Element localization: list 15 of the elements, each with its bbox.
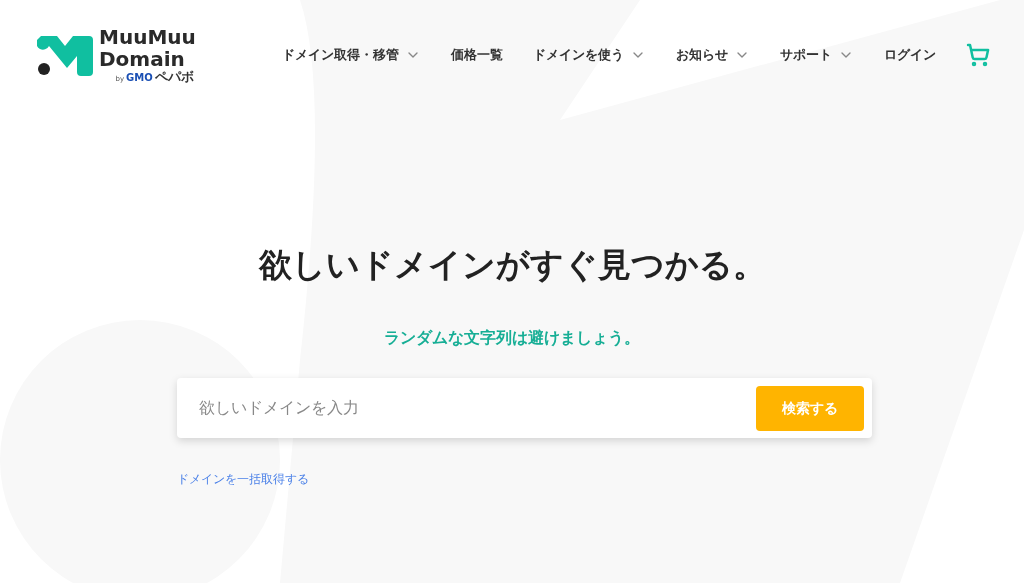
nav-link[interactable]: ログイン <box>884 45 936 65</box>
nav-link[interactable]: 価格一覧 <box>451 45 503 65</box>
nav-link[interactable]: お知らせ <box>676 45 750 65</box>
logo-brand: ペパボ <box>154 70 194 84</box>
cart-icon[interactable] <box>966 43 990 67</box>
logo-brand: GMO <box>126 73 153 83</box>
logo-icon <box>37 34 93 76</box>
bulk-acquire-link[interactable]: ドメインを一括取得する <box>177 470 309 488</box>
nav-link[interactable]: ドメインを使う <box>533 45 646 65</box>
hero-title: 欲しいドメインがすぐ見つかる。 <box>258 244 766 286</box>
nav-link[interactable]: ドメイン取得・移管 <box>282 45 421 65</box>
logo-wordmark: MuuMuu <box>99 26 196 48</box>
nav-link[interactable]: サポート <box>780 45 854 65</box>
hero-subtitle: ランダムな文字列は避けましょう。 <box>384 327 640 349</box>
logo-wordmark: Domain <box>99 48 185 70</box>
